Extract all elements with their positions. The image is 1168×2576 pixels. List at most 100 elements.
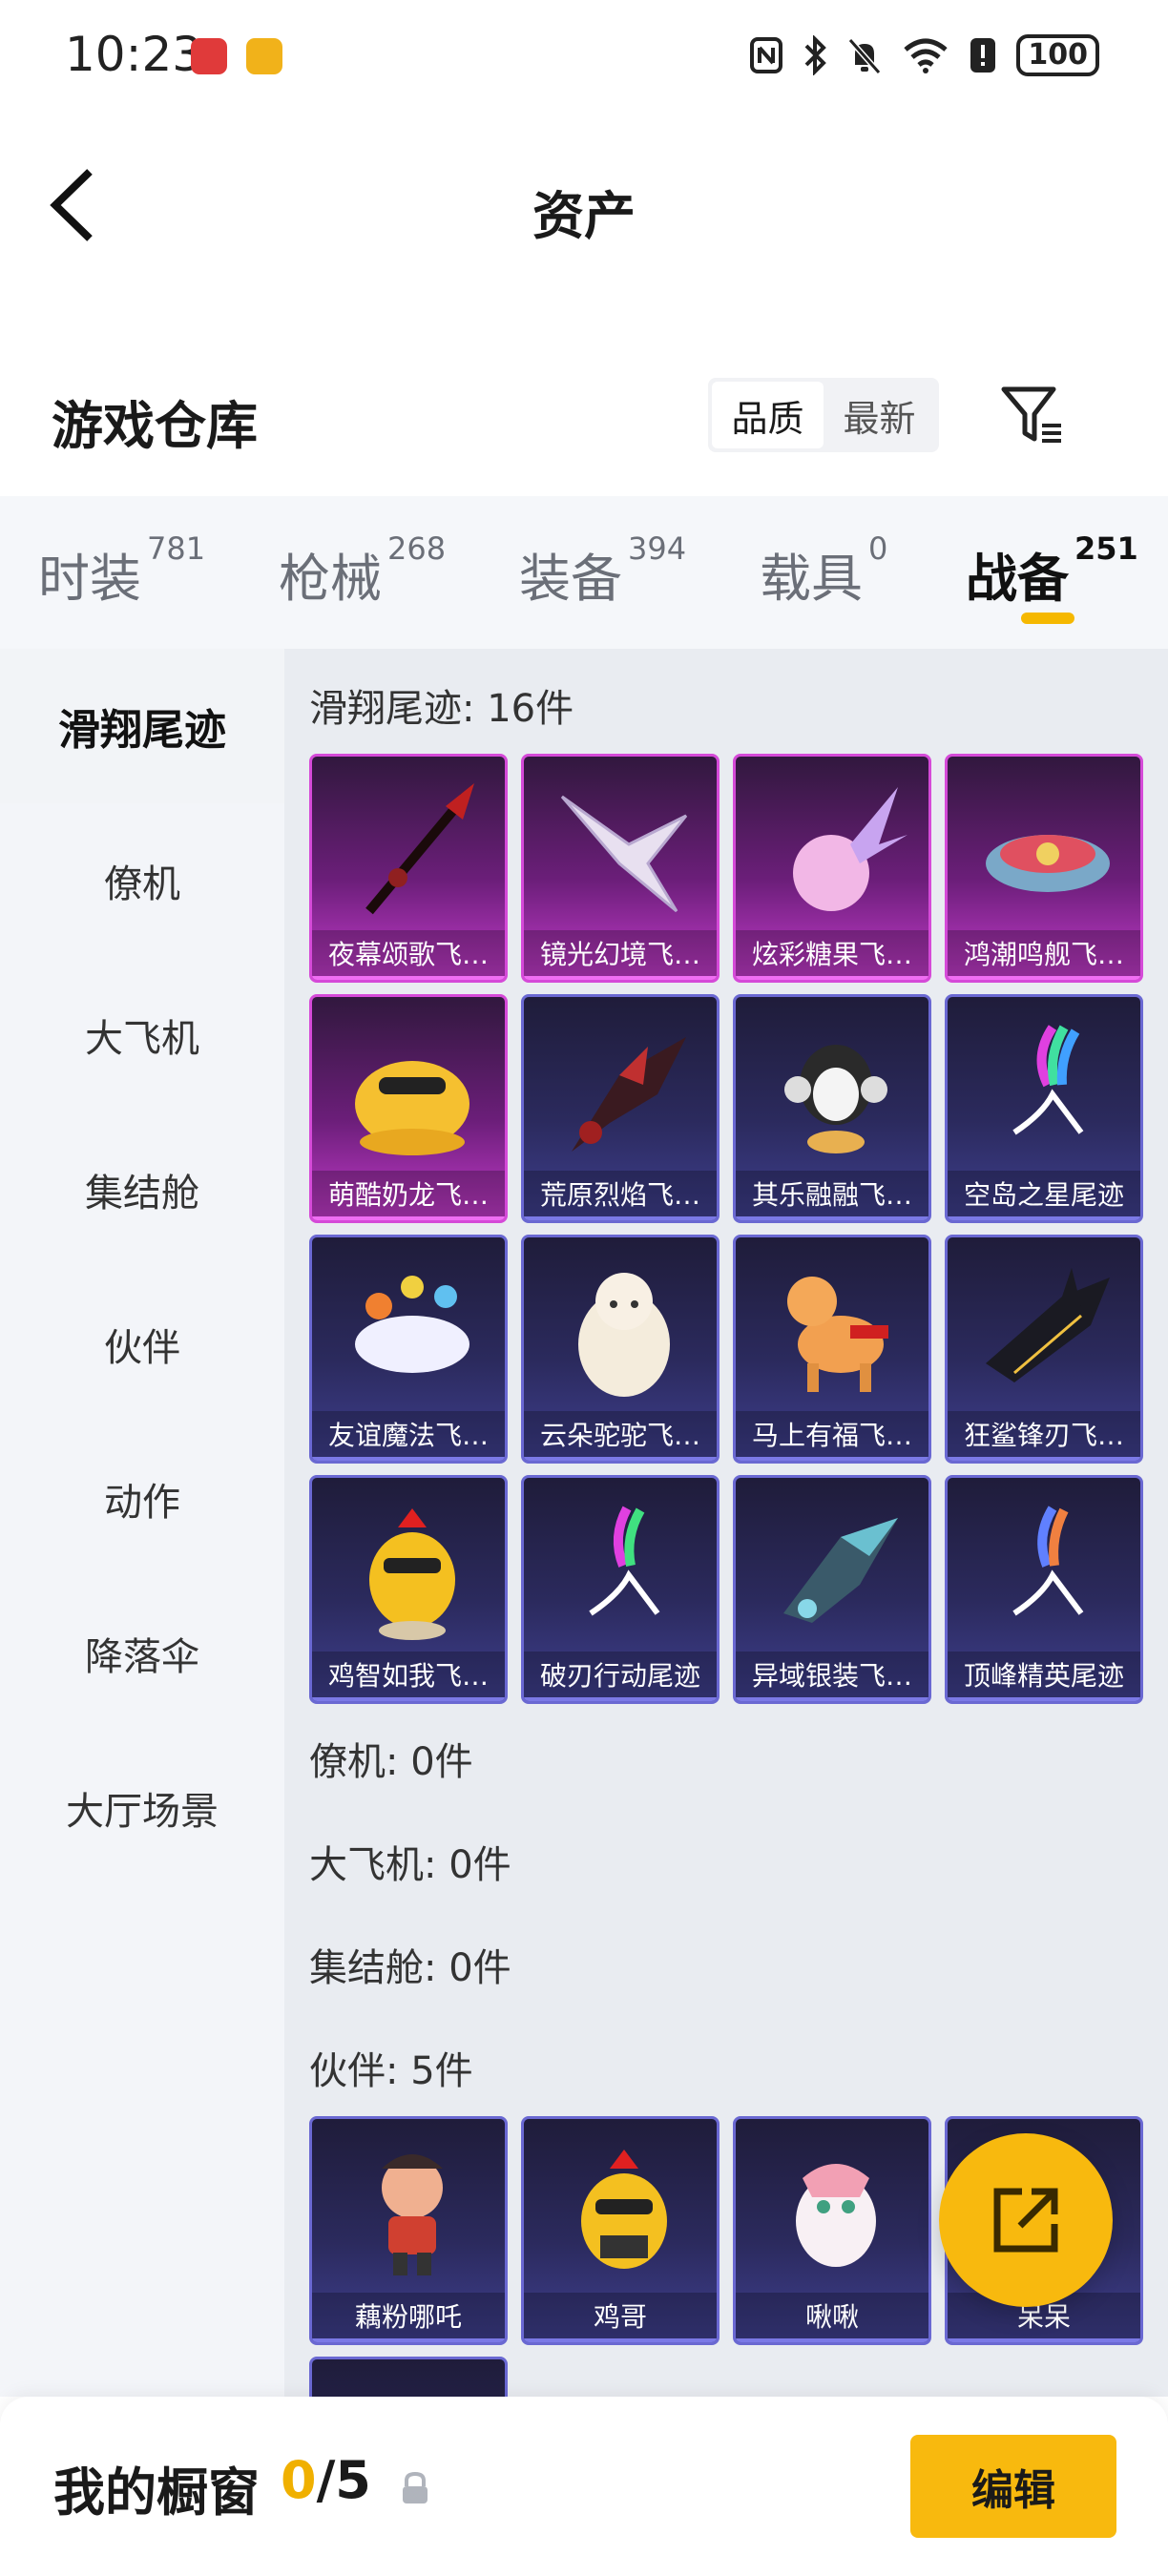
tab-fashion[interactable]: 时装 781: [38, 530, 205, 612]
item-card[interactable]: 空岛之星尾迹: [945, 994, 1143, 1223]
sidebar-item-parachute[interactable]: 降落伞: [0, 1576, 284, 1731]
sort-quality-button[interactable]: 品质: [712, 382, 824, 448]
horse-icon: [787, 1277, 888, 1392]
item-name: 荒原烈焰飞…: [524, 1171, 717, 1220]
item-card[interactable]: [309, 2357, 508, 2397]
tab-label: 装备: [519, 549, 622, 609]
item-name: 镜光幻境飞…: [524, 930, 717, 980]
item-card[interactable]: 破刃行动尾迹: [521, 1475, 720, 1704]
item-card[interactable]: 云朵驼驼飞…: [521, 1235, 720, 1464]
item-name: 马上有福飞…: [736, 1411, 928, 1461]
item-card[interactable]: 啾啾: [733, 2116, 931, 2345]
sidebar-item-wingman[interactable]: 僚机: [0, 803, 284, 958]
bluetooth-icon: [804, 35, 827, 75]
lock-icon: [403, 2471, 428, 2503]
rarity-bar: [312, 976, 505, 980]
sidebar-item-glide-trail[interactable]: 滑翔尾迹: [0, 649, 284, 803]
sidebar-item-big-plane[interactable]: 大飞机: [0, 958, 284, 1112]
rarity-bar: [524, 1216, 717, 1220]
share-fab[interactable]: [939, 2133, 1113, 2307]
item-card[interactable]: 友谊魔法飞…: [309, 1235, 508, 1464]
item-name: 云朵驼驼飞…: [524, 1411, 717, 1461]
item-card[interactable]: 镜光幻境飞…: [521, 754, 720, 983]
item-card[interactable]: 萌酷奶龙飞…: [309, 994, 508, 1223]
tab-count: 394: [628, 530, 687, 567]
item-card[interactable]: 夜幕颂歌飞…: [309, 754, 508, 983]
rarity-bar: [736, 2338, 928, 2342]
showcase-total: /5: [316, 2450, 371, 2510]
rarity-bar: [948, 1216, 1140, 1220]
spear-icon: [365, 783, 474, 915]
item-card[interactable]: 马上有福飞…: [733, 1235, 931, 1464]
edit-button[interactable]: 编辑: [910, 2435, 1116, 2538]
showcase-label: 我的橱窗: [53, 2462, 260, 2523]
item-name: 啾啾: [736, 2293, 928, 2342]
bottom-bar: 我的橱窗 0/5 编辑: [0, 2397, 1168, 2576]
magic-cloud-icon: [355, 1276, 469, 1373]
rarity-bar: [524, 1457, 717, 1461]
sort-newest-button[interactable]: 最新: [824, 382, 935, 448]
rarity-bar: [736, 976, 928, 980]
sidebar-item-partner[interactable]: 伙伴: [0, 1267, 284, 1422]
battery-indicator: 100: [1016, 34, 1099, 76]
color-trail-icon: [589, 1506, 660, 1616]
section-title-assembly-pod: 集结舱: 0件: [309, 1946, 511, 1990]
item-name: 炫彩糖果飞…: [736, 930, 928, 980]
sort-toggle: 品质 最新: [708, 378, 939, 452]
page-title: 资产: [532, 186, 636, 246]
section-title-big-plane: 大飞机: 0件: [309, 1843, 511, 1887]
sidebar-item-action[interactable]: 动作: [0, 1422, 284, 1576]
item-card[interactable]: 炫彩糖果飞…: [733, 754, 931, 983]
item-card[interactable]: 其乐融融飞…: [733, 994, 931, 1223]
item-card[interactable]: 鸡哥: [521, 2116, 720, 2345]
status-time: 10:23: [65, 27, 203, 82]
item-card[interactable]: 异域银装飞…: [733, 1475, 931, 1704]
item-name: 异域银装飞…: [736, 1652, 928, 1701]
tab-label: 战备: [966, 549, 1069, 609]
warehouse-title: 游戏仓库: [52, 396, 258, 456]
tab-vehicles[interactable]: 载具 0: [760, 530, 887, 612]
tab-count: 251: [1074, 530, 1138, 567]
rarity-bar: [524, 1697, 717, 1701]
item-card[interactable]: 鸿潮鸣舰飞…: [945, 754, 1143, 983]
rarity-bar: [948, 976, 1140, 980]
tab-label: 枪械: [279, 549, 382, 609]
flame-trail-icon: [1012, 1506, 1084, 1616]
rarity-bar: [524, 976, 717, 980]
item-card[interactable]: 藕粉哪吒: [309, 2116, 508, 2345]
item-card[interactable]: 顶峰精英尾迹: [945, 1475, 1143, 1704]
nezha-icon: [382, 2154, 443, 2275]
tab-battle-prep[interactable]: 战备 251: [966, 530, 1138, 612]
sidebar-item-lobby-scene[interactable]: 大厅场景: [0, 1731, 284, 1885]
filter-icon[interactable]: [998, 380, 1067, 448]
section-title-glide-trail: 滑翔尾迹: 16件: [309, 687, 574, 731]
wifi-icon: [904, 38, 949, 73]
mute-icon: [848, 38, 882, 74]
rarity-bar: [312, 1457, 505, 1461]
nfc-icon: [750, 37, 783, 73]
item-name: 破刃行动尾迹: [524, 1652, 717, 1701]
silver-wings-icon: [783, 1518, 898, 1623]
item-card[interactable]: 荒原烈焰飞…: [521, 994, 720, 1223]
milk-dragon-icon: [355, 1061, 469, 1155]
tab-count: 781: [147, 530, 206, 567]
item-name: 鸡哥: [524, 2293, 717, 2342]
rarity-bar: [312, 2338, 505, 2342]
rarity-bar: [736, 1697, 928, 1701]
tab-weapons[interactable]: 枪械 268: [279, 530, 446, 612]
item-name: 顶峰精英尾迹: [948, 1652, 1140, 1701]
shark-icon: [986, 1268, 1110, 1382]
flame-wings-icon: [572, 1037, 686, 1152]
status-icons: 100: [749, 34, 1099, 76]
game-app-icon: [246, 38, 282, 74]
partner-figure-icon: [341, 2380, 484, 2397]
rarity-bar: [312, 1216, 505, 1220]
sidebar-item-assembly-pod[interactable]: 集结舱: [0, 1112, 284, 1267]
category-tabs: 时装 781 枪械 268 装备 394 载具 0 战备 251: [0, 496, 1168, 649]
tab-equipment[interactable]: 装备 394: [519, 530, 686, 612]
tab-label: 载具: [760, 549, 863, 609]
ship-icon: [986, 835, 1110, 892]
item-card[interactable]: 狂鲨锋刃飞…: [945, 1235, 1143, 1464]
item-card[interactable]: 鸡智如我飞…: [309, 1475, 508, 1704]
item-name: 鸿潮鸣舰飞…: [948, 930, 1140, 980]
